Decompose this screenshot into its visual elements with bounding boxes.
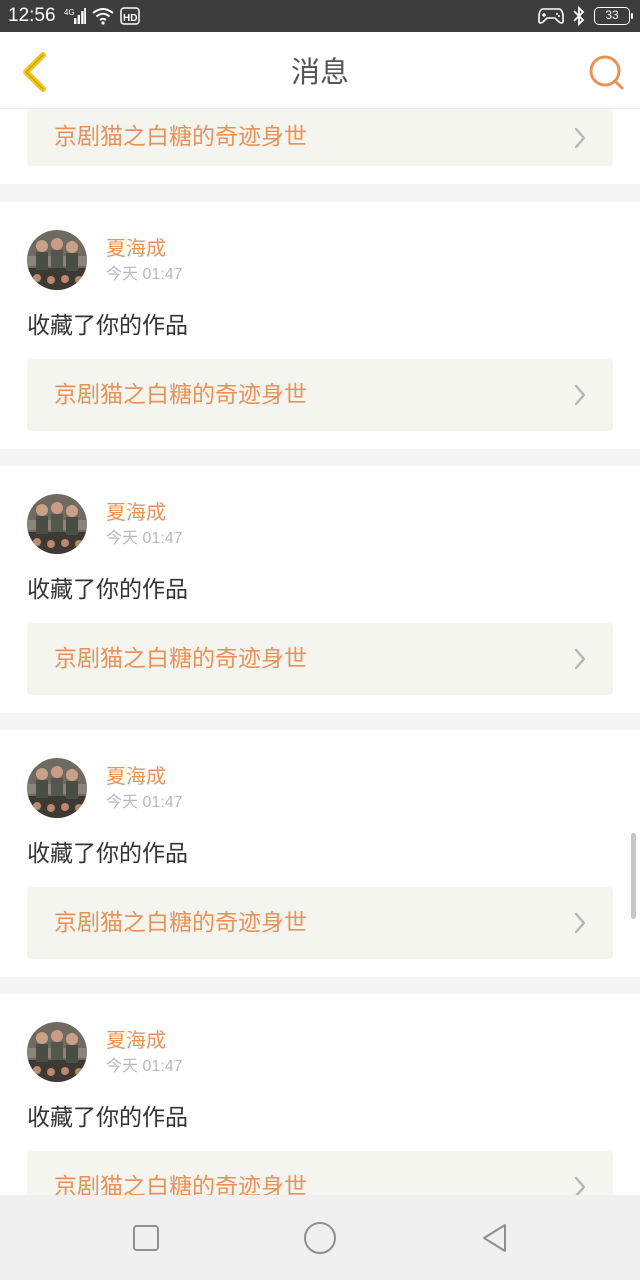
- avatar[interactable]: [27, 230, 87, 290]
- home-button[interactable]: [295, 1213, 345, 1263]
- user-name[interactable]: 夏海成: [106, 500, 166, 524]
- work-link[interactable]: 京剧猫之白糖的奇迹身世: [27, 1151, 613, 1195]
- avatar[interactable]: [27, 494, 87, 554]
- page-title: 消息: [290, 55, 349, 89]
- scrollbar[interactable]: [631, 833, 636, 919]
- avatar-image: [27, 494, 87, 554]
- message-time: 今天 01:47: [106, 794, 183, 811]
- chevron-right-icon: [574, 127, 586, 149]
- chevron-right-icon: [574, 1176, 586, 1195]
- search-button[interactable]: [586, 52, 626, 92]
- message-card: 夏海成 今天 01:47 收藏了你的作品 京剧猫之白糖的奇迹身世: [0, 994, 640, 1195]
- chevron-right-icon: [574, 912, 586, 934]
- avatar[interactable]: [27, 1022, 87, 1082]
- user-name[interactable]: 夏海成: [106, 1028, 166, 1052]
- avatar-image: [27, 230, 87, 290]
- work-link[interactable]: 京剧猫之白糖的奇迹身世: [27, 623, 613, 695]
- message-action: 收藏了你的作品: [27, 1105, 188, 1131]
- chevron-right-icon: [574, 648, 586, 670]
- triangle-back-icon: [483, 1224, 506, 1252]
- avatar-image: [27, 1022, 87, 1082]
- chevron-right-icon: [574, 384, 586, 406]
- work-link[interactable]: 京剧猫之白糖的奇迹身世: [27, 108, 613, 166]
- message-time: 今天 01:47: [106, 266, 183, 283]
- avatar-image: [27, 758, 87, 818]
- message-action: 收藏了你的作品: [27, 841, 188, 867]
- recent-apps-button[interactable]: [121, 1213, 171, 1263]
- work-title: 京剧猫之白糖的奇迹身世: [54, 1174, 307, 1195]
- message-card: 夏海成 今天 01:47 收藏了你的作品 京剧猫之白糖的奇迹身世: [0, 202, 640, 449]
- work-title: 京剧猫之白糖的奇迹身世: [54, 382, 307, 408]
- message-card: 夏海成 今天 01:47 收藏了你的作品 京剧猫之白糖的奇迹身世: [0, 466, 640, 713]
- app-header: 消息: [0, 32, 640, 109]
- avatar[interactable]: [27, 758, 87, 818]
- message-time: 今天 01:47: [106, 530, 183, 547]
- search-icon: [589, 55, 624, 90]
- work-title: 京剧猫之白糖的奇迹身世: [54, 124, 307, 150]
- navigation-bar: [0, 1195, 640, 1280]
- message-list[interactable]: 京剧猫之白糖的奇迹身世 夏海成 今天 01:47 收藏了你的作品 京剧猫之白糖的…: [0, 0, 640, 1280]
- work-link[interactable]: 京剧猫之白糖的奇迹身世: [27, 359, 613, 431]
- message-time: 今天 01:47: [106, 1058, 183, 1075]
- system-back-button[interactable]: [470, 1213, 520, 1263]
- message-action: 收藏了你的作品: [27, 577, 188, 603]
- square-icon: [133, 1225, 159, 1251]
- user-name[interactable]: 夏海成: [106, 764, 166, 788]
- message-card: 夏海成 今天 01:47 收藏了你的作品 京剧猫之白糖的奇迹身世: [0, 730, 640, 977]
- message-action: 收藏了你的作品: [27, 313, 188, 339]
- message-card-partial: 京剧猫之白糖的奇迹身世: [0, 100, 640, 184]
- work-link[interactable]: 京剧猫之白糖的奇迹身世: [27, 887, 613, 959]
- circle-icon: [304, 1222, 336, 1254]
- user-name[interactable]: 夏海成: [106, 236, 166, 260]
- work-title: 京剧猫之白糖的奇迹身世: [54, 646, 307, 672]
- work-title: 京剧猫之白糖的奇迹身世: [54, 910, 307, 936]
